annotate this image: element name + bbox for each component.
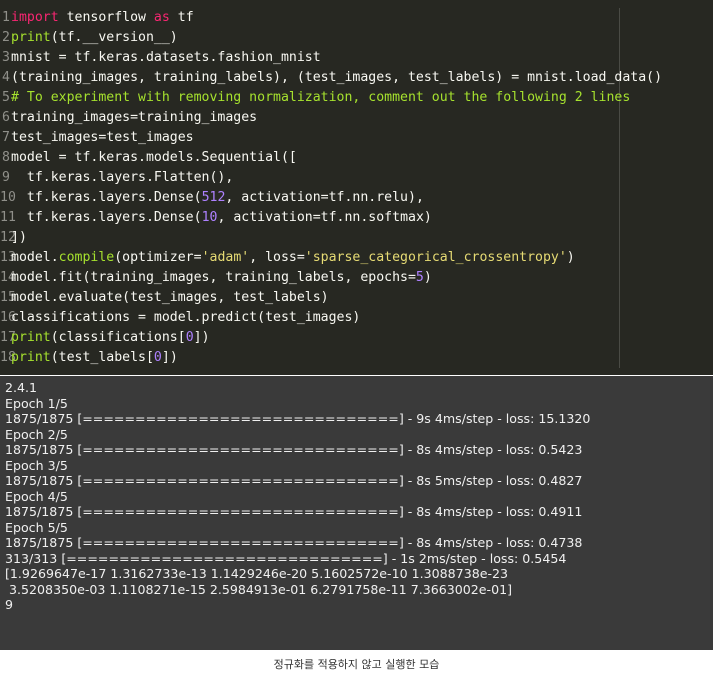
- code-text: tf.keras.layers.Dense(10, activation=tf.…: [11, 210, 432, 225]
- output-line: 9: [5, 597, 14, 612]
- line-number: 7: [2, 130, 10, 145]
- line-number: 13: [0, 250, 16, 265]
- output-line: [1.9269647e-17 1.3162733e-13 1.1429246e-…: [5, 566, 509, 581]
- output-line: 3.5208350e-03 1.1108271e-15 2.5984913e-0…: [5, 581, 513, 597]
- line-number: 14: [0, 270, 16, 285]
- line-number: 2: [2, 30, 10, 45]
- line-number: 6: [2, 110, 10, 125]
- code-line[interactable]: 9 tf.keras.layers.Flatten(),: [0, 168, 713, 188]
- code-line[interactable]: 17print(classifications[0]): [0, 328, 713, 348]
- code-line[interactable]: 15model.evaluate(test_images, test_label…: [0, 288, 713, 308]
- output-line: 1875/1875 [=============================…: [5, 504, 583, 519]
- output-console: 2.4.1 Epoch 1/5 1875/1875 [===============…: [0, 376, 713, 650]
- code-line[interactable]: 18print(test_labels[0]): [0, 348, 713, 368]
- code-line[interactable]: 1import tensorflow as tf: [0, 8, 713, 28]
- output-line: 1875/1875 [=============================…: [5, 473, 583, 488]
- code-line[interactable]: 8model = tf.keras.models.Sequential([: [0, 148, 713, 168]
- output-line: Epoch 2/5: [5, 426, 68, 442]
- line-number: 16: [0, 310, 16, 325]
- code-text: tf.keras.layers.Dense(512, activation=tf…: [11, 190, 424, 205]
- code-text: # To experiment with removing normalizat…: [11, 90, 631, 105]
- line-number: 4: [2, 70, 10, 85]
- code-text: classifications = model.predict(test_ima…: [11, 310, 361, 325]
- output-line: 1875/1875 [=============================…: [5, 442, 583, 457]
- code-text: mnist = tf.keras.datasets.fashion_mnist: [11, 50, 321, 65]
- line-number: 17: [0, 330, 16, 345]
- line-number: 15: [0, 290, 16, 305]
- output-line: Epoch 3/5: [5, 457, 68, 473]
- code-line[interactable]: 7test_images=test_images: [0, 128, 713, 148]
- code-line[interactable]: 6training_images=training_images: [0, 108, 713, 128]
- output-line: 2.4.1: [5, 380, 38, 395]
- line-number: 18: [0, 350, 16, 365]
- line-number: 9: [2, 170, 10, 185]
- code-text: (training_images, training_labels), (tes…: [11, 70, 663, 85]
- line-number: 10: [0, 190, 16, 205]
- output-line: Epoch 1/5: [5, 395, 68, 411]
- line-number: 5: [2, 90, 10, 105]
- output-lines: 2.4.1 Epoch 1/5 1875/1875 [===============…: [5, 380, 713, 613]
- code-line[interactable]: 4(training_images, training_labels), (te…: [0, 68, 713, 88]
- code-text: model.evaluate(test_images, test_labels): [11, 290, 329, 305]
- code-line[interactable]: 13model.compile(optimizer='adam', loss='…: [0, 248, 713, 268]
- output-line: 1875/1875 [=============================…: [5, 535, 583, 550]
- code-text: model.compile(optimizer='adam', loss='sp…: [11, 250, 575, 265]
- code-line[interactable]: 10 tf.keras.layers.Dense(512, activation…: [0, 188, 713, 208]
- code-line[interactable]: 14model.fit(training_images, training_la…: [0, 268, 713, 288]
- code-text: test_images=test_images: [11, 130, 194, 145]
- code-line[interactable]: 3mnist = tf.keras.datasets.fashion_mnist: [0, 48, 713, 68]
- code-text: print(classifications[0]): [11, 330, 210, 345]
- code-line[interactable]: 5# To experiment with removing normaliza…: [0, 88, 713, 108]
- code-editor[interactable]: 1import tensorflow as tf 2print(tf.__vers…: [0, 0, 713, 375]
- line-number: 3: [2, 50, 10, 65]
- code-text: model.fit(training_images, training_labe…: [11, 270, 432, 285]
- code-lines: 1import tensorflow as tf 2print(tf.__vers…: [0, 8, 713, 368]
- code-line[interactable]: 2print(tf.__version__): [0, 28, 713, 48]
- figure-caption: 정규화를 적용하지 않고 실행한 모습: [273, 658, 440, 671]
- code-text: import tensorflow as tf: [11, 10, 194, 25]
- code-text: print(tf.__version__): [11, 30, 178, 45]
- output-line: 313/313 [==============================]…: [5, 550, 567, 566]
- code-text: tf.keras.layers.Flatten(),: [11, 170, 234, 185]
- output-line: Epoch 4/5: [5, 488, 68, 504]
- code-text: training_images=training_images: [11, 110, 258, 125]
- code-text: model = tf.keras.models.Sequential([: [11, 150, 297, 165]
- line-number: 11: [0, 210, 16, 225]
- code-line[interactable]: 11 tf.keras.layers.Dense(10, activation=…: [0, 208, 713, 228]
- output-line: 1875/1875 [=============================…: [5, 411, 591, 426]
- line-number: 12: [0, 230, 16, 245]
- code-line[interactable]: 12]): [0, 228, 713, 248]
- output-line: Epoch 5/5: [5, 519, 68, 535]
- code-text: print(test_labels[0]): [11, 350, 178, 365]
- line-number: 8: [2, 150, 10, 165]
- line-number: 1: [2, 10, 10, 25]
- code-line[interactable]: 16classifications = model.predict(test_i…: [0, 308, 713, 328]
- code-text: ]): [11, 230, 27, 245]
